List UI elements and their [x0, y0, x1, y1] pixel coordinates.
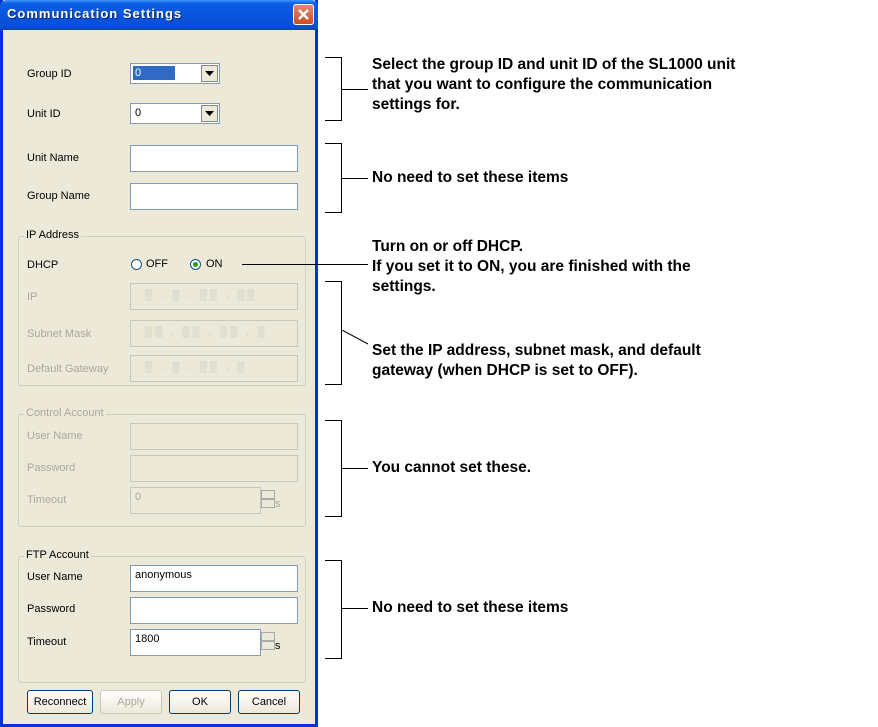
cancel-button[interactable]: Cancel [238, 690, 300, 714]
leader-control [342, 468, 368, 469]
reconnect-button[interactable]: Reconnect [27, 690, 93, 714]
unit-name-input[interactable] [130, 145, 298, 172]
annotation-control: You cannot set these. [372, 459, 532, 476]
control-timeout-input[interactable]: 0 [130, 487, 261, 514]
annotation-names: No need to set these items [372, 169, 569, 186]
ftp-timeout-label: Timeout [27, 636, 67, 648]
control-timeout-label: Timeout [27, 494, 67, 506]
annotation-ids-line1: Select the group ID and unit ID of the S… [372, 56, 736, 73]
unit-id-value: 0 [135, 107, 142, 119]
chevron-down-icon[interactable] [201, 65, 218, 82]
annotation-ftp: No need to set these items [372, 599, 569, 616]
ip-value-blurred: ▒ . ▒ . ▒▒ . ▒▒ [145, 290, 258, 301]
ftp-account-group-title: FTP Account [24, 549, 91, 561]
dhcp-label: DHCP [27, 259, 59, 271]
group-id-label: Group ID [27, 68, 72, 80]
bracket-ftp [325, 560, 342, 659]
ip-label: IP [27, 291, 38, 303]
annotation-ids-line3: settings for. [372, 96, 460, 113]
annotation-dhcp: Turn on or off DHCP. If you set it to ON… [372, 237, 691, 297]
dhcp-off-radio[interactable] [131, 259, 142, 270]
control-timeout-unit: s [275, 498, 281, 510]
close-icon[interactable] [293, 4, 314, 25]
bracket-names [325, 143, 342, 213]
control-timeout-spinner[interactable] [261, 490, 275, 510]
annotation-ip-line1: Set the IP address, subnet mask, and def… [372, 342, 701, 359]
annotation-dhcp-line3: settings. [372, 278, 436, 295]
leader-ids [342, 89, 368, 90]
control-user-name-label: User Name [27, 430, 83, 442]
control-password-input[interactable] [130, 455, 298, 482]
annotation-dhcp-line2: If you set it to ON, you are finished wi… [372, 258, 691, 275]
ip-address-group-title: IP Address [24, 229, 81, 241]
group-name-label: Group Name [27, 190, 90, 202]
apply-button[interactable]: Apply [100, 690, 162, 714]
leader-ip [342, 330, 369, 345]
ftp-timeout-spinner[interactable] [261, 632, 275, 652]
dhcp-on-label: ON [206, 258, 223, 270]
gateway-value-blurred: ▒ . ▒ . ▒▒ . ▒ [145, 362, 248, 373]
annotation-ids: Select the group ID and unit ID of the S… [372, 55, 735, 115]
unit-id-label: Unit ID [27, 108, 61, 120]
group-name-input[interactable] [130, 183, 298, 210]
subnet-value-blurred: ▒▒ . ▒▒ . ▒▒ . ▒ [145, 327, 268, 338]
group-id-value: 0 [133, 66, 175, 80]
annotation-dhcp-line1: Turn on or off DHCP. [372, 238, 523, 255]
chevron-down-icon[interactable] [201, 105, 218, 122]
ftp-timeout-input[interactable]: 1800 [130, 629, 261, 656]
control-password-label: Password [27, 462, 76, 474]
dhcp-off-label: OFF [146, 258, 168, 270]
control-user-name-input[interactable] [130, 423, 298, 450]
ip-input[interactable]: ▒ . ▒ . ▒▒ . ▒▒ [130, 283, 298, 310]
bracket-ip [325, 281, 342, 385]
control-account-group-title: Control Account [24, 407, 106, 419]
ftp-password-label: Password [27, 603, 76, 615]
dhcp-on-radio[interactable] [190, 259, 201, 270]
bracket-control [325, 420, 342, 517]
default-gateway-label: Default Gateway [27, 363, 109, 375]
communication-settings-dialog: Communication Settings Group ID 0 Unit I… [0, 0, 318, 727]
group-id-select[interactable]: 0 [130, 63, 220, 84]
unit-name-label: Unit Name [27, 152, 79, 164]
subnet-mask-input[interactable]: ▒▒ . ▒▒ . ▒▒ . ▒ [130, 320, 298, 347]
leader-dhcp [242, 264, 368, 265]
ftp-user-name-input[interactable]: anonymous [130, 565, 298, 592]
annotation-ip-line2: gateway (when DHCP is set to OFF). [372, 362, 638, 379]
ftp-password-input[interactable] [130, 597, 298, 624]
ftp-user-name-label: User Name [27, 571, 83, 583]
subnet-mask-label: Subnet Mask [27, 328, 92, 340]
title-bar[interactable]: Communication Settings [0, 0, 318, 30]
dialog-title: Communication Settings [7, 6, 183, 21]
ok-button[interactable]: OK [169, 690, 231, 714]
annotation-ids-line2: that you want to configure the communica… [372, 76, 713, 93]
ftp-timeout-unit: s [275, 640, 281, 652]
bracket-ids [325, 57, 342, 121]
unit-id-select[interactable]: 0 [130, 103, 220, 124]
leader-names [342, 178, 368, 179]
default-gateway-input[interactable]: ▒ . ▒ . ▒▒ . ▒ [130, 355, 298, 382]
leader-ftp [342, 608, 368, 609]
annotation-ip: Set the IP address, subnet mask, and def… [372, 341, 701, 381]
